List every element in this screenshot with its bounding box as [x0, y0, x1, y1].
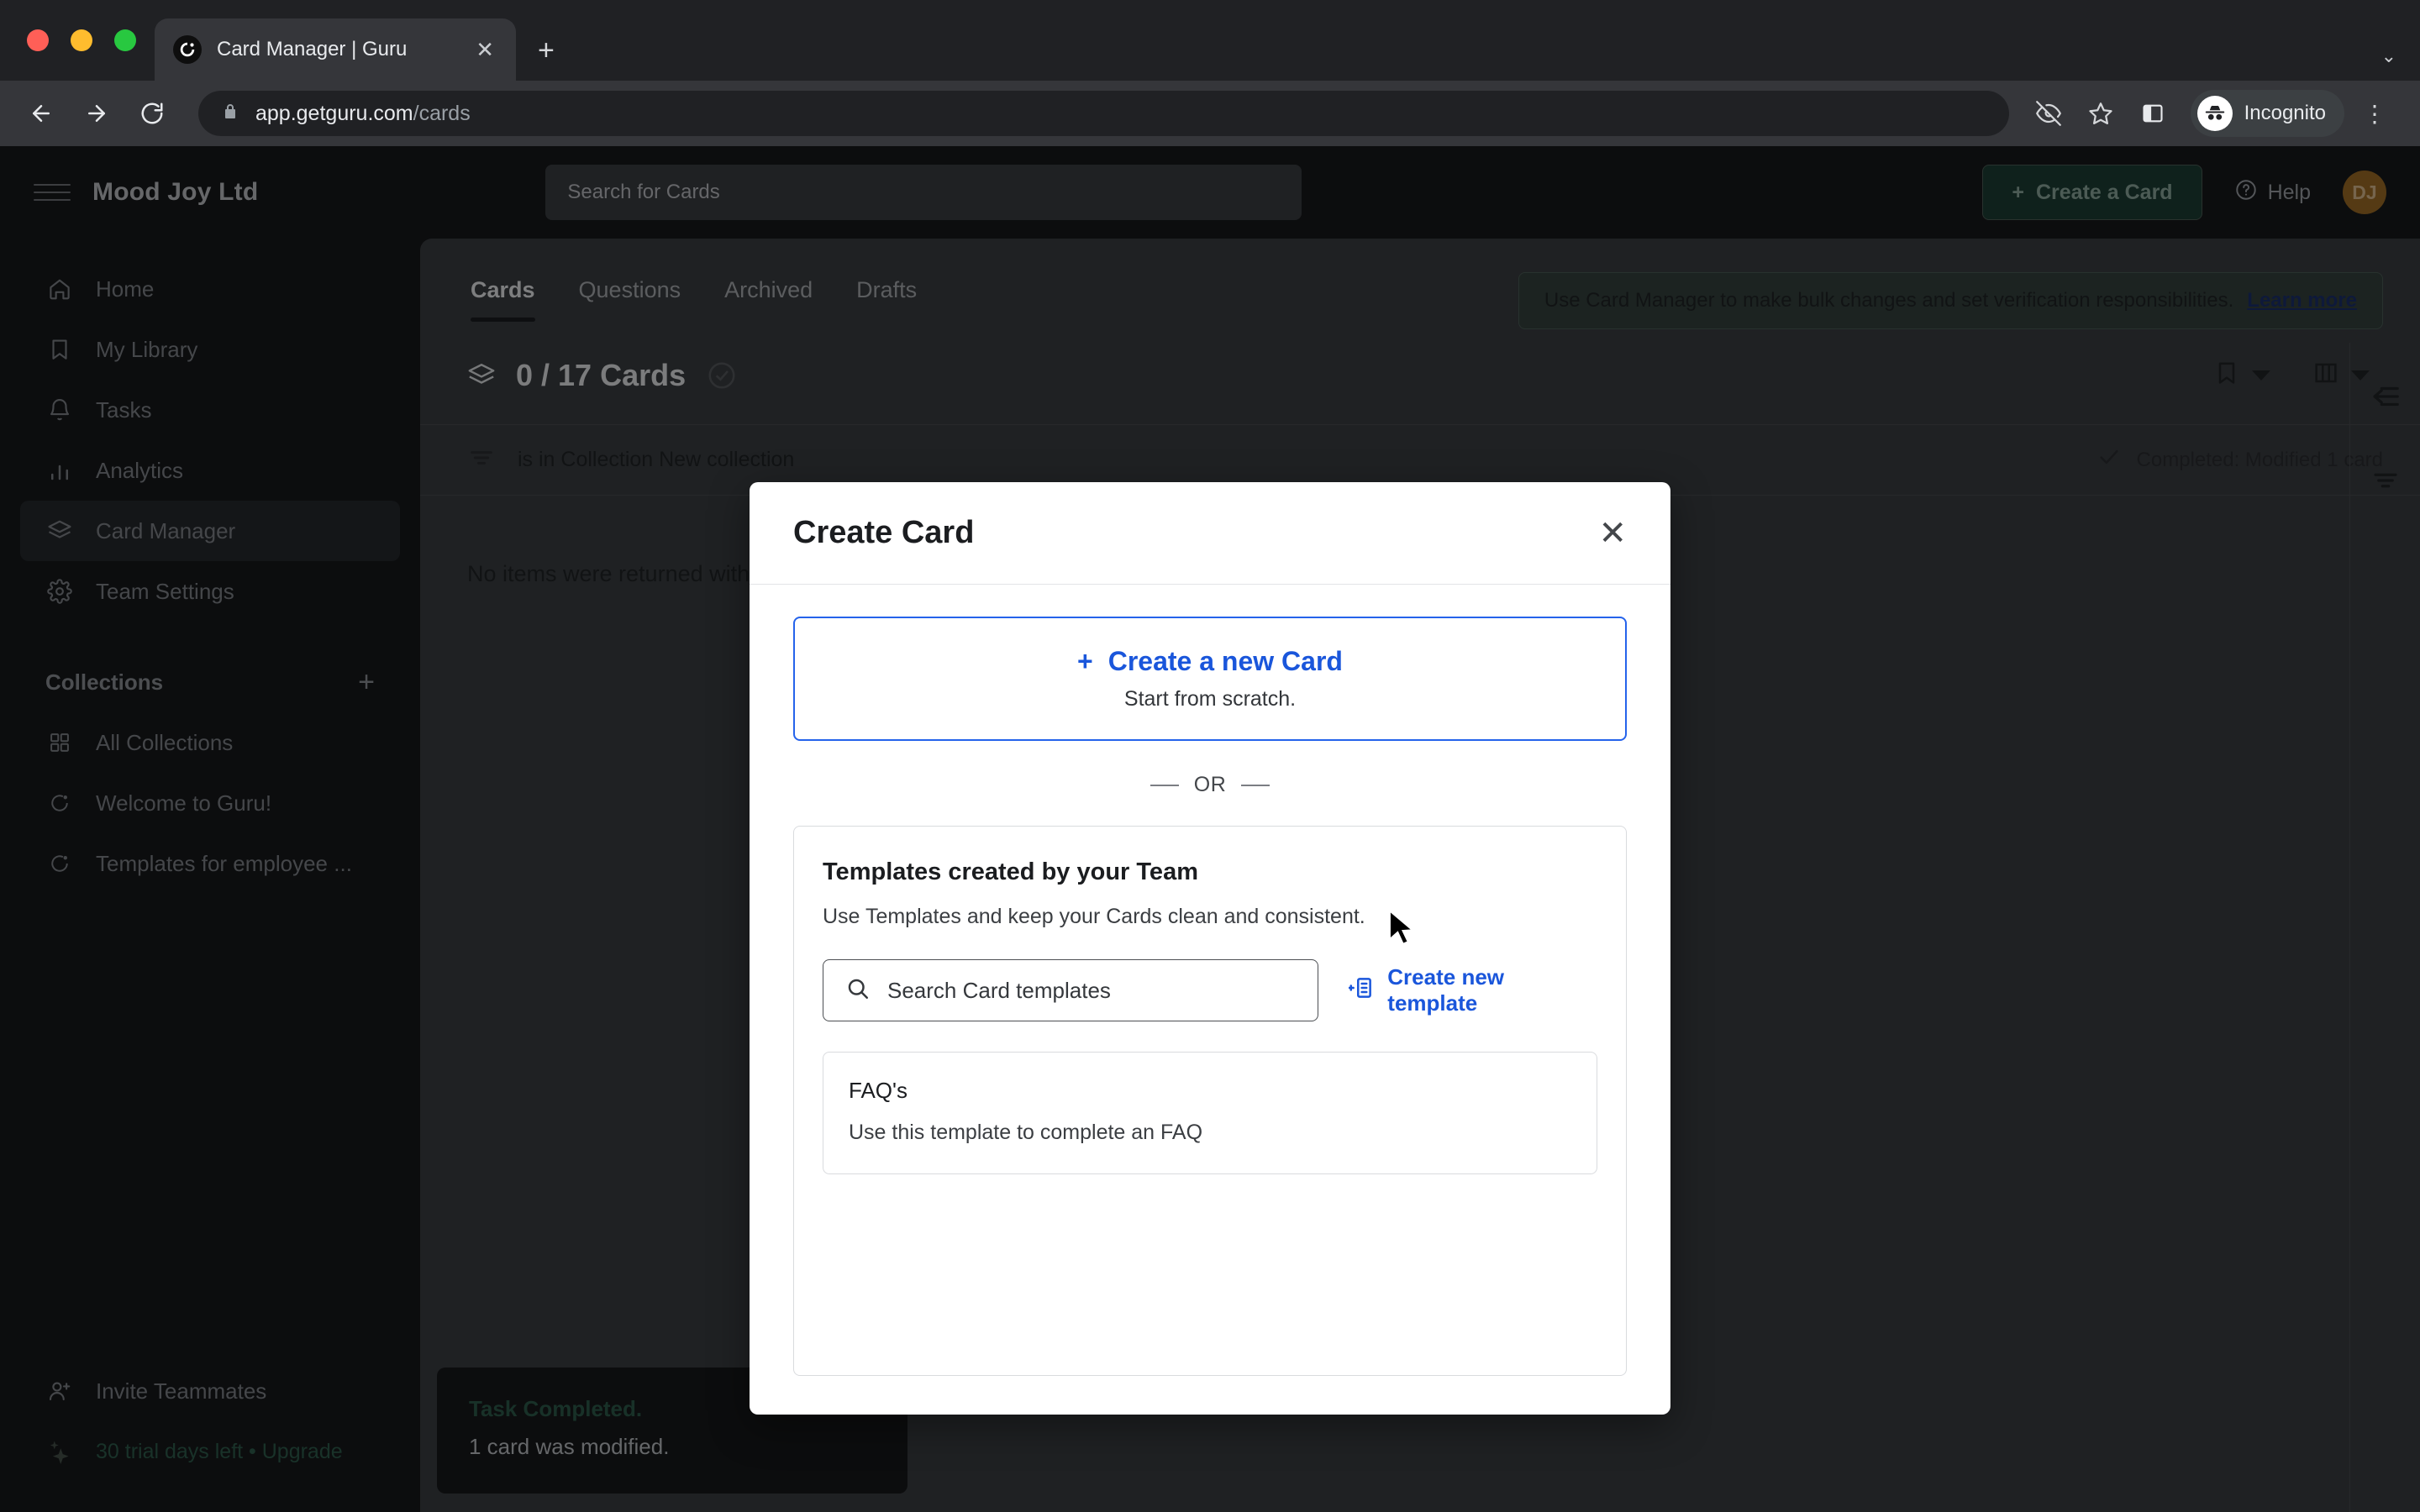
search-icon: [845, 976, 871, 1005]
create-new-template-button[interactable]: Create new template: [1348, 964, 1597, 1016]
create-new-card-option[interactable]: + Create a new Card Start from scratch.: [793, 617, 1627, 741]
templates-controls: Search Card templates Create new templat…: [823, 959, 1597, 1021]
minimize-window-button[interactable]: [71, 29, 92, 51]
plus-icon: +: [1077, 646, 1093, 676]
browser-tab-title: Card Manager | Guru: [217, 38, 408, 60]
eye-off-icon[interactable]: [2026, 91, 2071, 136]
template-description: Use this template to complete an FAQ: [849, 1121, 1203, 1144]
modal-body: + Create a new Card Start from scratch. …: [750, 585, 1670, 1415]
templates-subtitle: Use Templates and keep your Cards clean …: [823, 905, 1365, 928]
close-tab-icon[interactable]: ✕: [472, 35, 497, 64]
close-window-button[interactable]: [27, 29, 49, 51]
maximize-window-button[interactable]: [114, 29, 136, 51]
address-bar[interactable]: app.getguru.com/cards: [198, 91, 2009, 136]
create-card-modal: Create Card ✕ + Create a new Card Start …: [750, 482, 1670, 1415]
create-new-card-subtitle: Start from scratch.: [1123, 687, 1297, 711]
browser-tabstrip: Card Manager | Guru ✕ + ⌄: [0, 0, 2420, 81]
template-title: FAQ's: [849, 1078, 908, 1103]
create-new-card-title: + Create a new Card: [1077, 646, 1343, 677]
address-bar-url: app.getguru.com/cards: [255, 101, 471, 125]
search-card-templates-input[interactable]: Search Card templates: [823, 959, 1319, 1021]
modal-header: Create Card ✕: [750, 482, 1670, 585]
create-new-template-label: Create new template: [1387, 964, 1505, 1016]
forward-button[interactable]: [77, 94, 116, 133]
modal-title: Create Card: [793, 515, 975, 550]
or-label: OR: [1193, 773, 1227, 796]
incognito-label: Incognito: [2244, 102, 2326, 124]
browser-tab[interactable]: Card Manager | Guru ✕: [155, 18, 516, 81]
bookmark-star-icon[interactable]: [2078, 91, 2123, 136]
browser-toolbar: app.getguru.com/cards Incognito ⋮: [0, 81, 2420, 146]
guru-app: Mood Joy Ltd Search for Cards + Create a…: [0, 146, 2420, 1512]
search-card-templates-placeholder: Search Card templates: [887, 977, 1111, 1003]
mouse-cursor: [1388, 908, 1417, 952]
divider-line-right: [1241, 784, 1270, 786]
window-traffic-lights: [20, 0, 155, 81]
templates-panel: Templates created by your Team Use Templ…: [793, 826, 1627, 1376]
tab-list-chevron-down-icon[interactable]: ⌄: [2381, 45, 2396, 67]
new-tab-button[interactable]: +: [538, 34, 555, 67]
back-button[interactable]: [22, 94, 60, 133]
new-template-icon: [1348, 975, 1374, 1006]
divider-line-left: [1150, 784, 1179, 786]
template-list-item[interactable]: FAQ's Use this template to complete an F…: [823, 1052, 1597, 1174]
incognito-profile-button[interactable]: Incognito: [2190, 90, 2344, 137]
browser-menu-icon[interactable]: ⋮: [2351, 100, 2398, 128]
reload-button[interactable]: [133, 94, 171, 133]
side-panel-icon[interactable]: [2130, 91, 2175, 136]
incognito-icon: [2196, 96, 2233, 131]
or-divider: OR: [793, 773, 1627, 797]
create-new-card-label: Create a new Card: [1107, 646, 1343, 676]
guru-favicon-icon: [173, 35, 202, 64]
template-list: FAQ's Use this template to complete an F…: [823, 1052, 1597, 1174]
close-icon[interactable]: ✕: [1598, 517, 1627, 550]
templates-title: Templates created by your Team: [823, 858, 1198, 885]
toolbar-actions: Incognito ⋮: [2026, 90, 2398, 137]
lock-icon: [220, 102, 240, 126]
browser-window: Card Manager | Guru ✕ + ⌄ app.getguru.co…: [0, 0, 2420, 1512]
